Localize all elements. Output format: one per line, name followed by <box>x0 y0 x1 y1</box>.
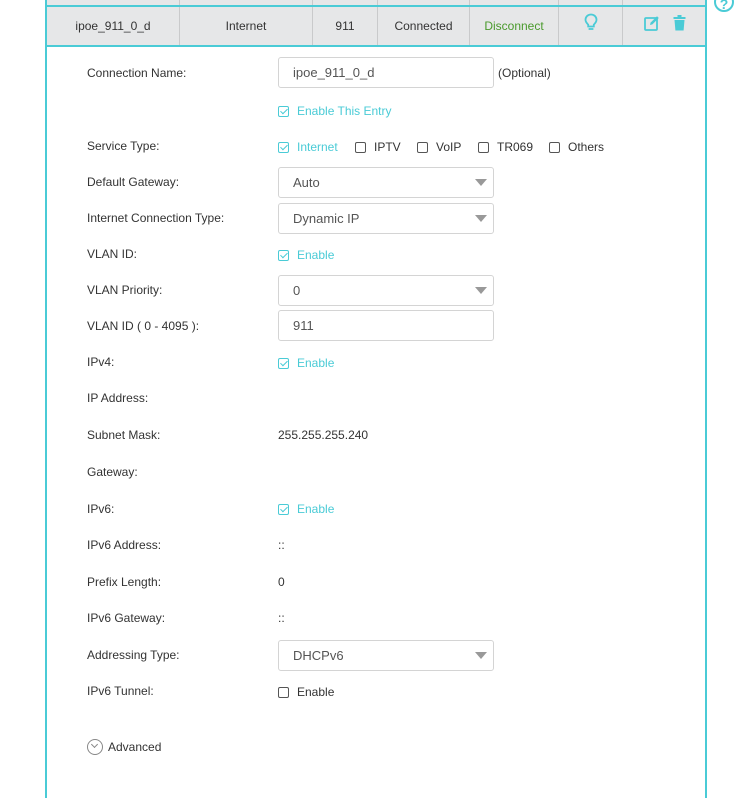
vlan-priority-value: 0 <box>293 283 301 298</box>
trash-icon[interactable] <box>673 8 686 46</box>
advanced-label: Advanced <box>108 740 162 754</box>
vlan-priority-label: VLAN Priority: <box>87 283 163 297</box>
default-gateway-value: Auto <box>293 175 320 190</box>
prefix-length-value: 0 <box>278 575 285 589</box>
edit-icon[interactable] <box>643 8 660 46</box>
row-vlan: 911 <box>313 7 378 45</box>
actions-cell <box>623 7 707 45</box>
addressing-type-select[interactable]: DHCPv6 <box>278 640 494 671</box>
connection-name-input[interactable] <box>278 57 494 88</box>
service-tr069-checkbox[interactable]: TR069 <box>478 139 533 155</box>
row-service: Internet <box>180 7 313 45</box>
enable-entry-checkbox[interactable]: Enable This Entry <box>278 103 392 119</box>
addressing-type-label: Addressing Type: <box>87 648 180 662</box>
prefix-length-label: Prefix Length: <box>87 575 162 589</box>
service-type-label: Service Type: <box>87 139 160 153</box>
chevron-down-icon <box>475 287 487 294</box>
ipv4-label: IPv4: <box>87 355 115 369</box>
ipv6-tunnel-enable-label: Enable <box>297 685 335 699</box>
checkbox-box[interactable] <box>278 141 289 153</box>
subnet-mask-label: Subnet Mask: <box>87 428 161 442</box>
checkbox-box[interactable] <box>278 249 289 261</box>
service-others-label: Others <box>568 140 605 154</box>
checkbox-box[interactable] <box>355 141 366 153</box>
enable-entry-label: Enable This Entry <box>297 104 392 118</box>
vlan-priority-select[interactable]: 0 <box>278 275 494 306</box>
checkbox-box[interactable] <box>278 503 289 515</box>
checkbox-box[interactable] <box>278 686 289 698</box>
chevron-down-icon <box>475 215 487 222</box>
lightbulb-icon[interactable] <box>584 8 598 46</box>
checkbox-box[interactable] <box>549 141 560 153</box>
connection-type-value: Dynamic IP <box>293 211 360 226</box>
checkbox-box[interactable] <box>278 105 289 117</box>
subnet-mask-value: 255.255.255.240 <box>278 428 369 442</box>
checkbox-box[interactable] <box>417 141 428 153</box>
help-icon[interactable]: ? <box>714 0 734 12</box>
service-others-checkbox[interactable]: Others <box>549 139 604 155</box>
row-status: Connected <box>378 7 470 45</box>
vlan-enable-label: Enable <box>297 248 335 262</box>
gateway-label: Gateway: <box>87 465 138 479</box>
default-gateway-select[interactable]: Auto <box>278 167 494 198</box>
ipv6-gateway-label: IPv6 Gateway: <box>87 611 166 625</box>
checkbox-box[interactable] <box>478 141 489 153</box>
checkbox-box[interactable] <box>278 357 289 369</box>
service-tr069-label: TR069 <box>497 140 534 154</box>
ipv4-enable-checkbox[interactable]: Enable <box>278 355 334 371</box>
service-iptv-label: IPTV <box>374 140 401 154</box>
service-voip-checkbox[interactable]: VoIP <box>417 139 461 155</box>
ipv6-address-label: IPv6 Address: <box>87 538 162 552</box>
service-internet-checkbox[interactable]: Internet <box>278 139 338 155</box>
vlan-id-label: VLAN ID: <box>87 247 138 261</box>
ipv6-address-value: :: <box>278 538 285 552</box>
ipv4-enable-label: Enable <box>297 356 335 370</box>
ipv6-label: IPv6: <box>87 502 115 516</box>
wan-panel: ipoe_911_0_d Internet 911 Connected Disc… <box>45 0 707 798</box>
disconnect-button[interactable]: Disconnect <box>470 7 559 45</box>
connection-type-label: Internet Connection Type: <box>87 211 225 225</box>
light-cell <box>559 7 623 45</box>
advanced-toggle[interactable]: Advanced <box>87 739 161 755</box>
optional-hint: (Optional) <box>498 66 551 80</box>
vlan-enable-checkbox[interactable]: Enable <box>278 247 334 263</box>
ip-address-label: IP Address: <box>87 391 149 405</box>
chevron-down-circle-icon[interactable] <box>87 739 103 755</box>
ipv6-gateway-value: :: <box>278 611 285 625</box>
table-row[interactable]: ipoe_911_0_d Internet 911 Connected Disc… <box>47 5 705 47</box>
connection-name-label: Connection Name: <box>87 66 187 80</box>
ipv6-tunnel-label: IPv6 Tunnel: <box>87 684 154 698</box>
chevron-down-icon <box>475 179 487 186</box>
service-voip-label: VoIP <box>436 140 462 154</box>
default-gateway-label: Default Gateway: <box>87 175 180 189</box>
ipv6-enable-checkbox[interactable]: Enable <box>278 501 334 517</box>
service-iptv-checkbox[interactable]: IPTV <box>355 139 401 155</box>
vlan-id-range-label: VLAN ID ( 0 - 4095 ): <box>87 319 200 333</box>
service-internet-label: Internet <box>297 140 338 154</box>
connection-type-select[interactable]: Dynamic IP <box>278 203 494 234</box>
chevron-down-icon <box>475 652 487 659</box>
ipv6-enable-label: Enable <box>297 502 335 516</box>
ipv6-tunnel-checkbox[interactable]: Enable <box>278 684 334 700</box>
vlan-id-input[interactable] <box>278 310 494 341</box>
addressing-type-value: DHCPv6 <box>293 648 344 663</box>
row-name: ipoe_911_0_d <box>47 7 180 45</box>
